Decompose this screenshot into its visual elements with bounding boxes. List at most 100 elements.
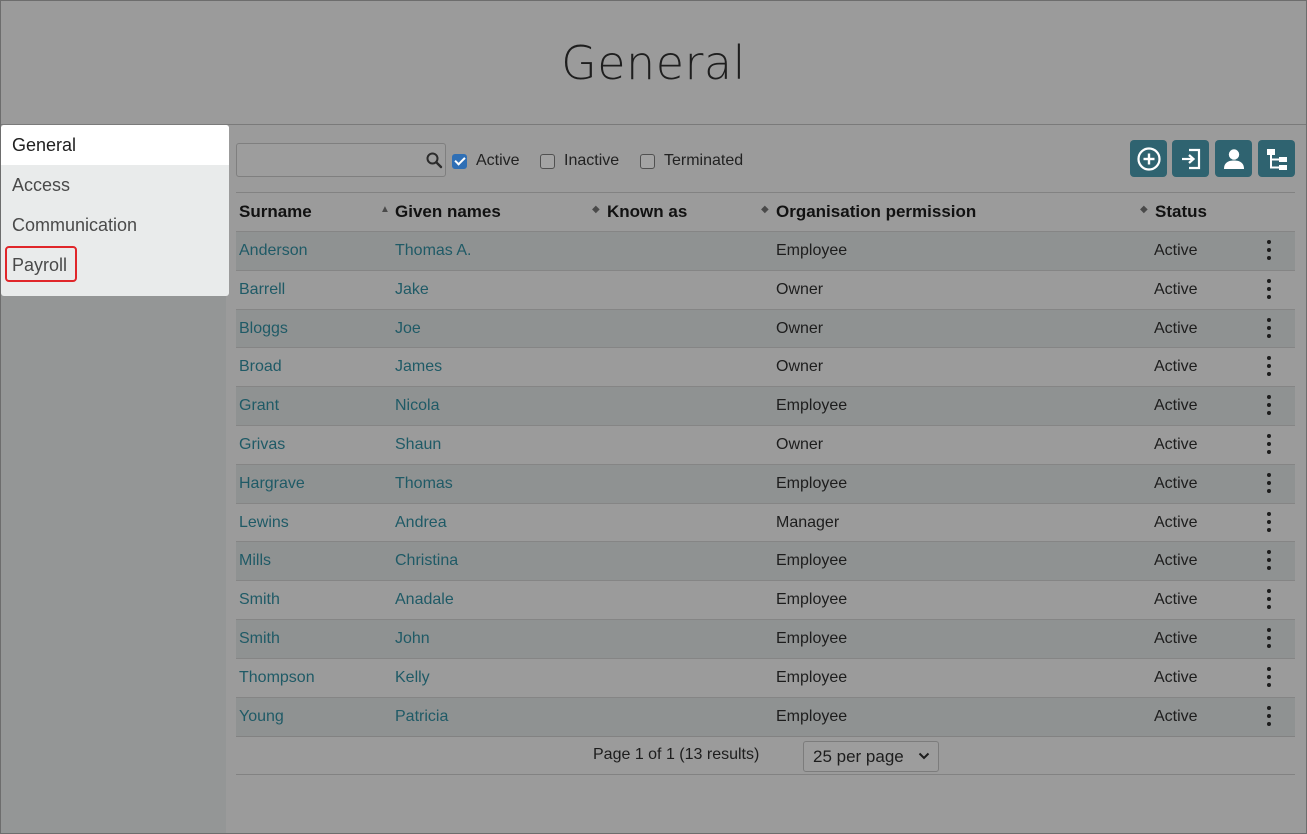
sidebar-item-communication[interactable]: Communication (1, 205, 229, 245)
surname-link[interactable]: Anderson (239, 242, 308, 260)
given-names-link[interactable]: John (395, 630, 430, 648)
permission-cell: Employee (776, 669, 848, 686)
filter-inactive[interactable]: Inactive (540, 151, 619, 171)
sidebar-item-access[interactable]: Access (1, 165, 229, 205)
given-names-link[interactable]: Shaun (395, 436, 441, 454)
filter-terminated[interactable]: Terminated (640, 151, 743, 171)
surname-link[interactable]: Smith (239, 630, 280, 648)
table-row[interactable]: Thompson Kelly Employee Active (236, 658, 1295, 697)
filter-label: Inactive (564, 152, 620, 169)
given-names-link[interactable]: James (395, 358, 442, 376)
given-names-link[interactable]: Christina (395, 552, 458, 570)
column-known-as[interactable]: Known as (607, 202, 687, 222)
search-icon[interactable] (425, 151, 443, 169)
sort-icon[interactable]: ◆ (1140, 204, 1148, 215)
import-button[interactable] (1172, 140, 1209, 177)
add-button[interactable] (1130, 140, 1167, 177)
org-chart-button[interactable] (1258, 140, 1295, 177)
sidebar-menu: General Access Communication Payroll (1, 125, 229, 296)
surname-link[interactable]: Barrell (239, 281, 285, 299)
surname-link[interactable]: Thompson (239, 669, 315, 687)
row-menu-icon[interactable] (1263, 589, 1275, 611)
filter-label: Terminated (664, 152, 744, 169)
profile-button[interactable] (1215, 140, 1252, 177)
permission-cell: Employee (776, 708, 848, 725)
table-row[interactable]: Hargrave Thomas Employee Active (236, 464, 1295, 503)
table-row[interactable]: Broad James Owner Active (236, 347, 1295, 386)
per-page-value: 25 per page (813, 747, 904, 766)
status-cell: Active (1154, 630, 1198, 647)
given-names-link[interactable]: Thomas (395, 475, 453, 493)
per-page-select[interactable]: 25 per page (803, 741, 939, 772)
status-cell: Active (1154, 514, 1198, 531)
given-names-link[interactable]: Andrea (395, 514, 447, 532)
row-menu-icon[interactable] (1263, 356, 1275, 378)
sidebar-item-general[interactable]: General (1, 125, 229, 165)
given-names-link[interactable]: Anadale (395, 591, 454, 609)
surname-link[interactable]: Lewins (239, 514, 289, 532)
column-surname[interactable]: Surname (239, 202, 312, 222)
status-cell: Active (1154, 708, 1198, 725)
status-cell: Active (1154, 475, 1198, 492)
given-names-link[interactable]: Nicola (395, 397, 439, 415)
given-names-link[interactable]: Thomas A. (395, 242, 471, 260)
row-menu-icon[interactable] (1263, 667, 1275, 689)
surname-link[interactable]: Hargrave (239, 475, 305, 493)
active-checkbox[interactable] (452, 153, 467, 169)
table-row[interactable]: Anderson Thomas A. Employee Active (236, 231, 1295, 270)
table-row[interactable]: Bloggs Joe Owner Active (236, 309, 1295, 348)
table-row[interactable]: Smith John Employee Active (236, 619, 1295, 658)
given-names-link[interactable]: Patricia (395, 708, 448, 726)
row-menu-icon[interactable] (1263, 473, 1275, 495)
inactive-checkbox[interactable] (540, 153, 555, 169)
row-menu-icon[interactable] (1263, 395, 1275, 417)
permission-cell: Owner (776, 358, 824, 375)
sort-icon[interactable]: ◆ (592, 204, 600, 215)
surname-link[interactable]: Smith (239, 591, 280, 609)
sidebar-item-payroll[interactable]: Payroll (1, 245, 229, 285)
row-menu-icon[interactable] (1263, 318, 1275, 340)
table-row[interactable]: Mills Christina Employee Active (236, 541, 1295, 580)
permission-cell: Owner (776, 320, 824, 337)
table-row[interactable]: Barrell Jake Owner Active (236, 270, 1295, 309)
given-names-link[interactable]: Joe (395, 320, 421, 338)
import-icon (1181, 148, 1200, 169)
surname-link[interactable]: Broad (239, 358, 282, 376)
filter-label: Active (476, 152, 520, 169)
surname-link[interactable]: Bloggs (239, 320, 288, 338)
table-row[interactable]: Lewins Andrea Manager Active (236, 503, 1295, 542)
table-row[interactable]: Grivas Shaun Owner Active (236, 425, 1295, 464)
row-menu-icon[interactable] (1263, 628, 1275, 650)
table-row[interactable]: Grant Nicola Employee Active (236, 386, 1295, 425)
permission-cell: Owner (776, 436, 824, 453)
row-menu-icon[interactable] (1263, 279, 1275, 301)
search-input[interactable] (237, 144, 417, 174)
surname-link[interactable]: Grivas (239, 436, 285, 454)
org-chart-icon (1266, 148, 1287, 170)
status-cell: Active (1154, 436, 1198, 453)
person-icon (1223, 148, 1244, 169)
surname-link[interactable]: Grant (239, 397, 279, 415)
row-menu-icon[interactable] (1263, 550, 1275, 572)
permission-cell: Owner (776, 281, 824, 298)
row-menu-icon[interactable] (1263, 434, 1275, 456)
status-cell: Active (1154, 320, 1198, 337)
surname-link[interactable]: Young (239, 708, 284, 726)
table-row[interactable]: Smith Anadale Employee Active (236, 580, 1295, 619)
row-menu-icon[interactable] (1263, 512, 1275, 534)
given-names-link[interactable]: Jake (395, 281, 429, 299)
table-bottom-divider (236, 736, 1295, 737)
row-menu-icon[interactable] (1263, 240, 1275, 262)
sort-asc-icon[interactable]: ▲ (380, 204, 390, 215)
given-names-link[interactable]: Kelly (395, 669, 430, 687)
status-cell: Active (1154, 552, 1198, 569)
column-organisation-permission[interactable]: Organisation permission (776, 202, 976, 222)
column-given-names[interactable]: Given names (395, 202, 501, 222)
row-menu-icon[interactable] (1263, 706, 1275, 728)
column-status[interactable]: Status (1155, 202, 1207, 222)
sort-icon[interactable]: ◆ (761, 204, 769, 215)
filter-active[interactable]: Active (452, 151, 520, 171)
table-row[interactable]: Young Patricia Employee Active (236, 697, 1295, 736)
surname-link[interactable]: Mills (239, 552, 271, 570)
terminated-checkbox[interactable] (640, 153, 655, 169)
